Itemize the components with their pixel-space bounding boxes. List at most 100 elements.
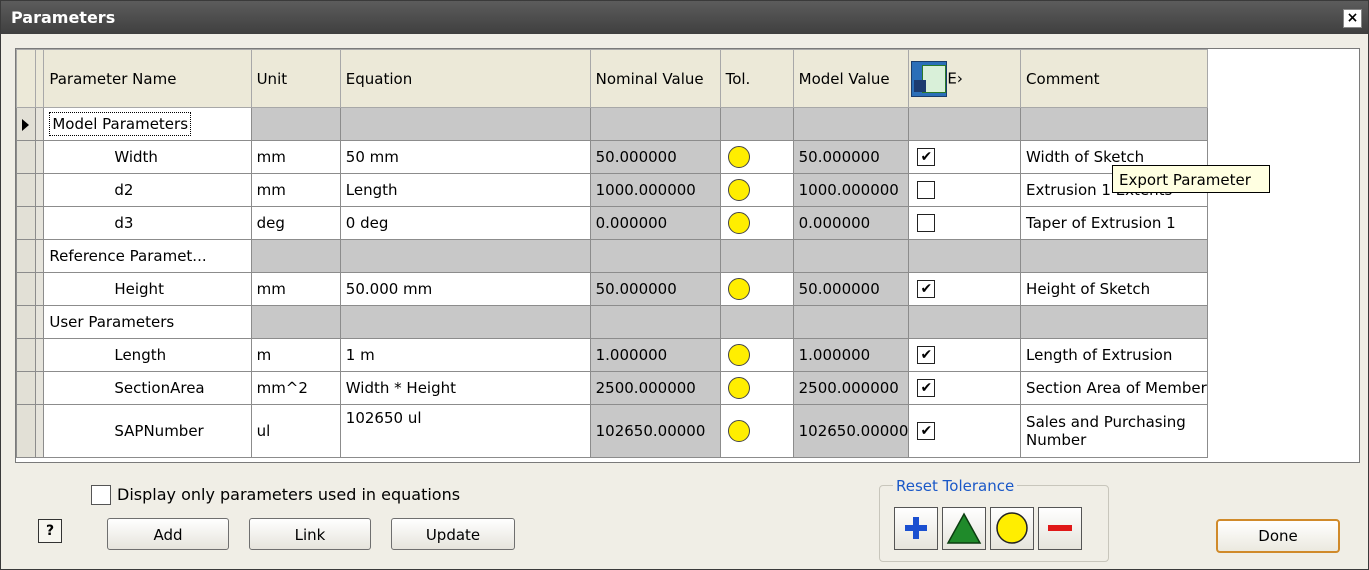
export-checkbox[interactable]: ✔ [917,148,936,167]
row-selector[interactable] [15,107,37,141]
group-row-model[interactable]: − Model Parameters [15,107,1359,141]
group-row-user[interactable]: − User Parameters [15,305,1359,339]
param-name-cell[interactable]: SAPNumber [43,404,252,458]
table-row[interactable]: Height mm 50.000 mm 50.000000 50.000000 … [15,272,1359,306]
row-selector[interactable] [15,173,37,207]
equation-cell[interactable]: 1 m [339,338,591,372]
tolerance-cell[interactable] [719,371,794,405]
unit-value: deg [256,214,285,232]
equation-cell[interactable]: 102650 ul [339,404,591,458]
link-button[interactable]: Link [249,518,371,550]
upper-tolerance-button[interactable] [894,507,938,550]
export-checkbox[interactable] [917,214,936,233]
export-cell[interactable]: ✔ [908,140,1022,174]
table-row[interactable]: SectionArea mm^2 Width * Height 2500.000… [15,371,1359,405]
col-nominal-value-label: Nominal Value [595,69,704,88]
empty-cell [719,305,794,339]
equation-cell[interactable]: 50.000 mm [339,272,591,306]
comment-cell[interactable]: Section Area of Member [1020,371,1208,405]
row-selector[interactable] [15,140,37,174]
equation-cell[interactable]: 0 deg [339,206,591,240]
nominal-tolerance-button[interactable] [990,507,1034,550]
col-tolerance[interactable]: Tol. [719,49,794,108]
col-comment[interactable]: Comment [1020,49,1208,108]
unit-cell[interactable]: ul [250,404,341,458]
export-cell[interactable]: ✔ [908,404,1022,458]
tolerance-cell[interactable] [719,338,794,372]
equation-value: 0 deg [345,214,389,232]
tolerance-cell[interactable] [719,206,794,240]
param-name-cell[interactable]: d2 [43,173,252,207]
col-model-value[interactable]: Model Value [792,49,910,108]
nominal-tolerance-icon[interactable] [727,212,750,234]
col-parameter-name[interactable]: Parameter Name [43,49,252,108]
export-cell[interactable]: ✔ [908,338,1022,372]
export-cell[interactable]: ✔ [908,371,1022,405]
nominal-tolerance-icon[interactable] [727,146,750,168]
col-equation[interactable]: Equation [339,49,591,108]
nominal-value: 1000.000000 [595,181,696,199]
export-cell[interactable]: ✔ [908,272,1022,306]
unit-cell[interactable]: deg [250,206,341,240]
table-row[interactable]: Length m 1 m 1.000000 1.000000 ✔ Length … [15,338,1359,372]
nominal-tolerance-icon[interactable] [727,179,750,201]
table-row[interactable]: d3 deg 0 deg 0.000000 0.000000 Taper of … [15,206,1359,240]
unit-cell[interactable]: m [250,338,341,372]
export-checkbox[interactable]: ✔ [917,379,936,398]
row-selector[interactable] [15,206,37,240]
unit-cell[interactable]: mm^2 [250,371,341,405]
nominal-tolerance-icon[interactable] [727,278,750,300]
param-name-cell[interactable]: Height [43,272,252,306]
close-button[interactable]: × [1343,9,1362,28]
display-only-checkbox[interactable] [91,485,111,505]
param-name-cell[interactable]: Length [43,338,252,372]
equation-value: 102650 ul [345,409,422,427]
nominal-tolerance-icon[interactable] [727,420,750,442]
nominal-tolerance-icon[interactable] [727,344,750,366]
export-checkbox[interactable]: ✔ [917,422,936,441]
col-export[interactable]: E› [908,49,1022,108]
model-value: 50.000000 [798,280,880,298]
param-name-cell[interactable]: d3 [43,206,252,240]
export-cell[interactable] [908,206,1022,240]
median-tolerance-button[interactable] [942,507,986,550]
unit-cell[interactable]: mm [250,272,341,306]
row-selector[interactable] [15,272,37,306]
help-button[interactable]: ? [38,519,62,543]
group-row-reference[interactable]: − Reference Paramet... [15,239,1359,273]
tolerance-cell[interactable] [719,404,794,458]
export-checkbox[interactable]: ✔ [917,346,936,365]
col-nominal-value[interactable]: Nominal Value [589,49,721,108]
table-row[interactable]: SAPNumber ul 102650 ul 102650.00000 1026… [15,404,1359,458]
update-button[interactable]: Update [391,518,515,550]
nominal-tolerance-icon[interactable] [727,377,750,399]
lower-tolerance-button[interactable] [1038,507,1082,550]
unit-cell[interactable]: mm [250,140,341,174]
param-name-cell[interactable]: Width [43,140,252,174]
col-unit[interactable]: Unit [250,49,341,108]
comment-cell[interactable]: Taper of Extrusion 1 [1020,206,1208,240]
row-selector[interactable] [15,338,37,372]
row-selector[interactable] [15,305,37,339]
group-label: Reference Paramet... [49,247,207,265]
export-checkbox[interactable]: ✔ [917,280,936,299]
comment-cell[interactable]: Length of Extrusion [1020,338,1208,372]
equation-cell[interactable]: Length [339,173,591,207]
done-button[interactable]: Done [1216,519,1340,553]
export-cell[interactable] [908,173,1022,207]
row-selector[interactable] [15,371,37,405]
equation-cell[interactable]: Width * Height [339,371,591,405]
tolerance-cell[interactable] [719,173,794,207]
row-selector[interactable] [15,404,37,458]
comment-cell[interactable]: Sales and Purchasing Number [1020,404,1208,458]
comment-cell[interactable]: Height of Sketch [1020,272,1208,306]
comment-value: Section Area of Member [1026,379,1207,397]
export-checkbox[interactable] [917,181,936,200]
equation-cell[interactable]: 50 mm [339,140,591,174]
row-selector[interactable] [15,239,37,273]
tolerance-cell[interactable] [719,272,794,306]
unit-cell[interactable]: mm [250,173,341,207]
add-button[interactable]: Add [107,518,229,550]
tolerance-cell[interactable] [719,140,794,174]
param-name-cell[interactable]: SectionArea [43,371,252,405]
